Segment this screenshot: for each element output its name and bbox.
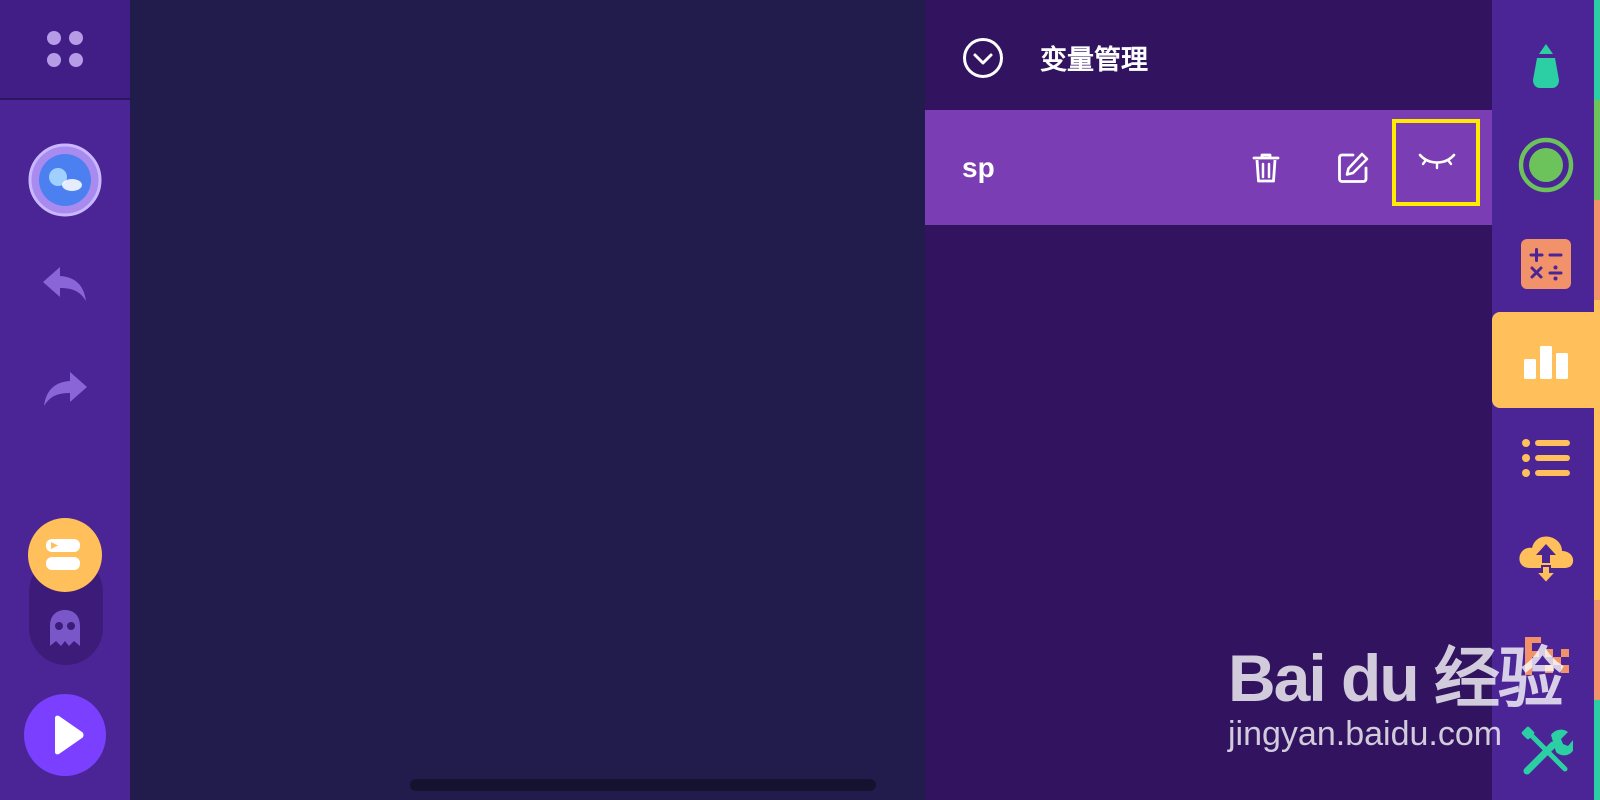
left-sidebar — [0, 0, 130, 800]
category-functions[interactable] — [1492, 608, 1600, 704]
grid-menu-icon[interactable] — [45, 29, 85, 69]
pen-icon — [1533, 44, 1559, 88]
category-variables[interactable] — [1492, 312, 1600, 408]
category-cloud[interactable] — [1492, 510, 1600, 606]
trash-icon[interactable] — [1248, 149, 1284, 185]
sprite-blocks-button[interactable] — [28, 518, 102, 592]
category-circle[interactable] — [1492, 117, 1600, 213]
category-rail — [1492, 0, 1600, 800]
variable-row[interactable]: sp — [925, 110, 1492, 225]
menu-area — [0, 0, 130, 100]
avatar[interactable] — [28, 143, 102, 217]
category-pen[interactable] — [1492, 18, 1600, 114]
panel-title: 变量管理 — [1040, 45, 1148, 76]
collapse-chevron-icon[interactable] — [962, 37, 1004, 79]
eye-closed-icon[interactable] — [1417, 151, 1457, 175]
edit-icon[interactable] — [1335, 150, 1371, 186]
variable-name: sp — [962, 152, 995, 183]
visibility-toggle-highlight[interactable] — [1392, 119, 1480, 206]
functions-icon — [1525, 637, 1569, 675]
variables-bar-chart-icon — [1524, 346, 1568, 379]
category-tools[interactable] — [1492, 704, 1600, 800]
variable-panel: 变量管理 sp — [925, 0, 1492, 800]
math-icon — [1521, 239, 1571, 289]
ghost-icon[interactable] — [46, 608, 84, 648]
run-button[interactable] — [24, 694, 106, 776]
category-list[interactable] — [1492, 410, 1600, 506]
circle-icon — [1518, 137, 1574, 193]
category-math[interactable] — [1492, 216, 1600, 312]
cloud-icon — [1519, 536, 1574, 585]
redo-icon[interactable] — [40, 369, 90, 409]
horizontal-scrollbar[interactable] — [410, 779, 876, 791]
panel-header: 变量管理 — [925, 0, 1492, 110]
tools-icon — [1521, 726, 1573, 775]
workspace-canvas[interactable] — [130, 0, 925, 800]
undo-icon[interactable] — [40, 264, 90, 304]
list-icon — [1522, 439, 1570, 477]
